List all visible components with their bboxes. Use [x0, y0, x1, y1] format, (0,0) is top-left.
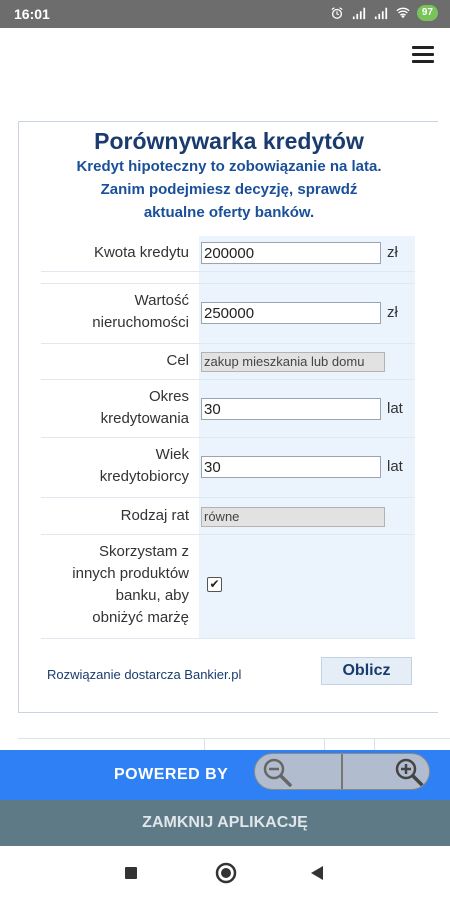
label-line: Skorzystam z	[98, 543, 189, 560]
other-products-checkbox[interactable]: ✔	[207, 577, 222, 592]
close-app-button[interactable]: ZAMKNIJ APLIKACJĘ	[0, 800, 450, 846]
results-table-edge	[18, 738, 450, 751]
android-nav-bar	[0, 846, 450, 900]
age-input[interactable]	[201, 456, 381, 478]
label-line: Wiek	[155, 446, 189, 463]
form-title: Porównywarka kredytów	[94, 128, 364, 154]
zoom-divider	[341, 754, 343, 789]
provider-link[interactable]: Rozwiązanie dostarcza Bankier.pl	[47, 667, 241, 682]
circle-icon[interactable]	[215, 862, 237, 884]
period-input[interactable]	[201, 398, 381, 420]
triangle-back-icon[interactable]	[310, 865, 324, 881]
label-line: obniżyć marżę	[92, 609, 189, 626]
battery-icon: 97	[416, 5, 438, 21]
subtitle-line: Zanim podejmiesz decyzję, sprawdź	[100, 181, 358, 198]
other-products-label: Skorzystam z innych produktów banku, aby…	[41, 541, 189, 629]
loan-amount-label: Kwota kredytu	[93, 244, 189, 261]
age-field-area: lat	[199, 438, 415, 497]
status-bar: 16:01 97	[0, 0, 450, 28]
age-label: Wiek kredytobiorcy	[41, 444, 189, 488]
wifi-icon	[396, 7, 410, 19]
row-property-value: Wartość nieruchomości zł	[41, 284, 415, 344]
purpose-select[interactable]: zakup mieszkania lub domu	[201, 352, 385, 372]
row-installments: Rodzaj rat równe	[41, 498, 415, 535]
loan-amount-unit: zł	[387, 244, 398, 261]
row-other-products: Skorzystam z innych produktów banku, aby…	[41, 535, 415, 639]
installments-field-area: równe	[199, 498, 415, 534]
subtitle-line: aktualne oferty banków.	[143, 204, 315, 221]
purpose-field-area: zakup mieszkania lub domu	[199, 344, 415, 379]
property-value-label: Wartość nieruchomości	[41, 290, 189, 334]
installments-label: Rodzaj rat	[120, 507, 189, 524]
property-value-input[interactable]	[201, 302, 381, 324]
loan-comparison-form: Porównywarka kredytów Kredyt hipoteczny …	[18, 121, 438, 713]
period-unit: lat	[387, 400, 403, 417]
row-loan-amount: Kwota kredytu zł	[41, 236, 415, 272]
age-unit: lat	[387, 458, 403, 475]
row-age: Wiek kredytobiorcy lat	[41, 438, 415, 498]
hamburger-menu-icon[interactable]	[412, 46, 434, 64]
zoom-control	[254, 753, 430, 790]
purpose-label: Cel	[166, 352, 189, 369]
label-line: innych produktów	[72, 565, 189, 582]
property-value-field-area: zł	[199, 284, 415, 343]
loan-amount-input[interactable]	[201, 242, 381, 264]
status-icons: 97	[329, 5, 438, 21]
loan-amount-field-area: zł	[199, 236, 415, 271]
label-line: nieruchomości	[92, 314, 189, 331]
label-line: banku, aby	[115, 587, 189, 604]
property-value-unit: zł	[387, 304, 398, 321]
alarm-icon	[331, 7, 343, 19]
label-line: Okres	[148, 388, 189, 405]
square-icon[interactable]	[124, 866, 138, 880]
row-period: Okres kredytowania lat	[41, 380, 415, 438]
signal-icon	[374, 7, 387, 20]
other-products-field-area: ✔	[199, 535, 415, 638]
label-line: kredytowania	[100, 410, 189, 427]
row-purpose: Cel zakup mieszkania lub domu	[41, 344, 415, 380]
installments-select[interactable]: równe	[201, 507, 385, 527]
period-label: Okres kredytowania	[41, 386, 189, 430]
signal-icon	[352, 7, 365, 20]
period-field-area: lat	[199, 380, 415, 437]
label-line: kredytobiorcy	[99, 468, 189, 485]
zoom-in-icon[interactable]	[393, 756, 425, 788]
row-spacer	[41, 272, 415, 284]
form-subtitle: Kredyt hipoteczny to zobowiązanie na lat…	[19, 155, 439, 224]
powered-by-text: POWERED BY	[114, 766, 229, 783]
label-line: Wartość	[134, 292, 189, 309]
zoom-out-icon[interactable]	[261, 756, 293, 788]
spacer-field-area	[199, 272, 415, 283]
subtitle-line: Kredyt hipoteczny to zobowiązanie na lat…	[76, 158, 382, 175]
calculate-button[interactable]: Oblicz	[321, 657, 412, 685]
status-time: 16:01	[14, 6, 50, 22]
